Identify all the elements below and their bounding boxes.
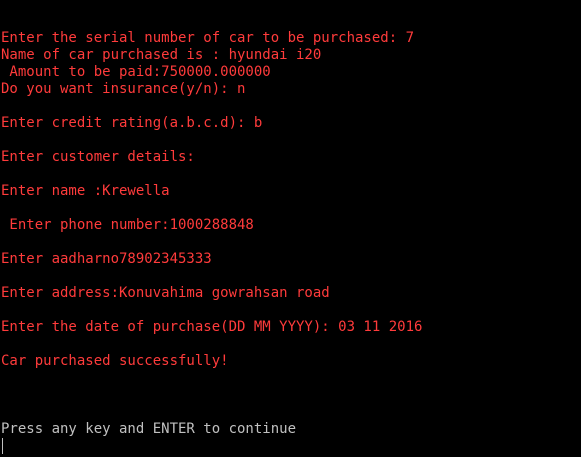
- text-cursor[interactable]: [2, 438, 3, 454]
- console-line-name: Enter name :Krewella: [1, 183, 170, 199]
- console-line-insurance: Do you want insurance(y/n): n: [1, 81, 246, 97]
- console-line-credit-rating: Enter credit rating(a.b.c.d): b: [1, 115, 263, 131]
- console-line-success: Car purchased successfully!: [1, 353, 229, 369]
- console-line-serial: Enter the serial number of car to be pur…: [1, 30, 415, 46]
- console-line-address: Enter address:Konuvahima gowrahsan road: [1, 285, 330, 301]
- console-line-customer-details: Enter customer details:: [1, 149, 195, 165]
- console-window[interactable]: Enter the serial number of car to be pur…: [0, 0, 581, 457]
- console-continue-prompt: Press any key and ENTER to continue: [1, 421, 297, 437]
- console-line-car-name: Name of car purchased is : hyundai i20: [1, 47, 322, 63]
- console-line-phone: Enter phone number:1000288848: [1, 217, 254, 233]
- console-line-amount: Amount to be paid:750000.000000: [1, 64, 271, 80]
- console-line-date: Enter the date of purchase(DD MM YYYY): …: [1, 319, 423, 335]
- console-line-aadhar: Enter aadharno78902345333: [1, 251, 212, 267]
